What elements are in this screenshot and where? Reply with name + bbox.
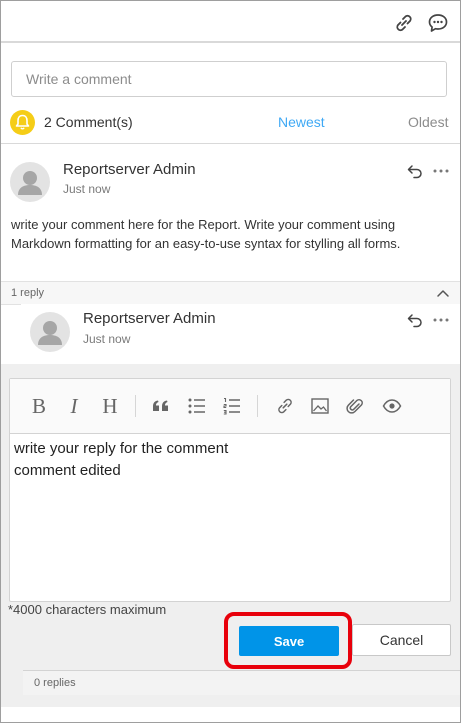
- reply-icon[interactable]: [406, 311, 424, 329]
- link-icon[interactable]: [273, 392, 297, 420]
- comment-author: Reportserver Admin: [63, 161, 196, 178]
- comments-panel: 2 Comment(s) Newest Oldest Reportserver …: [0, 0, 461, 723]
- image-icon[interactable]: [308, 392, 332, 420]
- italic-button[interactable]: I: [63, 392, 85, 420]
- markdown-editor: B I H write your reply for the comment c…: [9, 378, 451, 602]
- reply-author: Reportserver Admin: [83, 310, 216, 327]
- heading-button[interactable]: H: [98, 392, 122, 420]
- avatar: [10, 162, 50, 202]
- reply-icon[interactable]: [406, 162, 424, 180]
- sort-newest-link[interactable]: Newest: [278, 114, 325, 130]
- editor-toolbar: B I H: [10, 379, 450, 434]
- comment-body: write your comment here for the Report. …: [11, 217, 401, 251]
- toolbar-separator: [135, 395, 136, 417]
- editor-textarea[interactable]: write your reply for the comment comment…: [14, 438, 444, 482]
- reply-count: 1 reply: [11, 287, 45, 299]
- comment-time: Just now: [63, 182, 111, 196]
- more-options-icon[interactable]: [432, 311, 450, 329]
- reply-time: Just now: [83, 332, 131, 346]
- quote-icon[interactable]: [150, 392, 172, 420]
- link-icon[interactable]: [393, 12, 415, 34]
- numbered-list-icon[interactable]: [220, 392, 244, 420]
- comment-summary-row: 2 Comment(s) Newest Oldest: [1, 107, 460, 137]
- reply-editor-section: B I H write your reply for the comment c…: [1, 364, 460, 721]
- chevron-up-icon[interactable]: [436, 286, 450, 298]
- comment-input[interactable]: [11, 61, 447, 97]
- bulleted-list-icon[interactable]: [185, 392, 209, 420]
- replies-count: 0 replies: [34, 677, 76, 689]
- comments-icon[interactable]: [427, 12, 449, 34]
- toolbar-separator: [257, 395, 258, 417]
- comment-count: 2 Comment(s): [44, 114, 133, 130]
- panel-footer: [1, 707, 460, 721]
- bold-button[interactable]: B: [28, 392, 50, 420]
- panel-header: [1, 1, 460, 43]
- reply-toggle-bar[interactable]: 1 reply: [1, 281, 460, 305]
- char-limit-note: *4000 characters maximum: [8, 602, 167, 617]
- reply-item: Reportserver Admin Just now: [21, 304, 460, 364]
- bell-icon: [10, 110, 35, 135]
- more-options-icon[interactable]: [432, 162, 450, 180]
- divider: [1, 143, 460, 144]
- sort-oldest-link[interactable]: Oldest: [408, 114, 448, 130]
- save-button[interactable]: Save: [239, 626, 339, 656]
- avatar: [30, 312, 70, 352]
- replies-bar: 0 replies: [23, 670, 460, 695]
- attachment-icon[interactable]: [343, 392, 367, 420]
- preview-icon[interactable]: [380, 392, 404, 420]
- cancel-button[interactable]: Cancel: [352, 624, 451, 656]
